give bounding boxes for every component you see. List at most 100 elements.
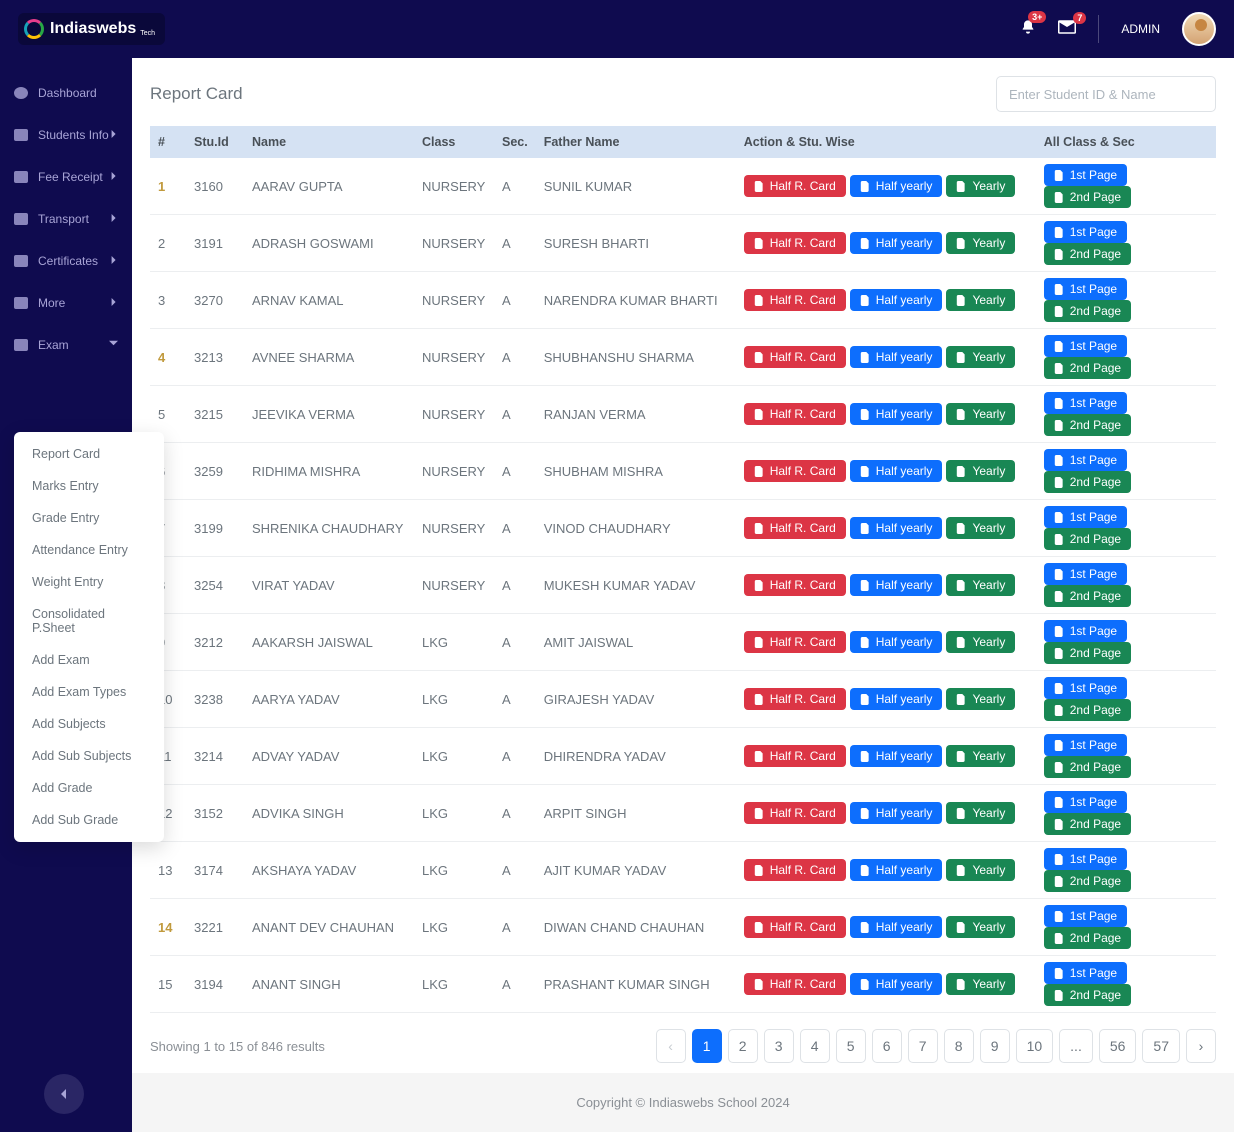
first-page-button[interactable]: 1st Page [1044, 962, 1127, 984]
yearly-button[interactable]: Yearly [946, 574, 1015, 596]
half-yearly-button[interactable]: Half yearly [850, 403, 943, 425]
page-next[interactable]: › [1186, 1029, 1216, 1063]
page-10[interactable]: 10 [1016, 1029, 1054, 1063]
first-page-button[interactable]: 1st Page [1044, 734, 1127, 756]
half-yearly-button[interactable]: Half yearly [850, 517, 943, 539]
half-yearly-button[interactable]: Half yearly [850, 631, 943, 653]
half-report-card-button[interactable]: Half R. Card [744, 403, 846, 425]
first-page-button[interactable]: 1st Page [1044, 791, 1127, 813]
half-report-card-button[interactable]: Half R. Card [744, 859, 846, 881]
user-name[interactable]: ADMIN [1121, 22, 1160, 36]
yearly-button[interactable]: Yearly [946, 460, 1015, 482]
page-4[interactable]: 4 [800, 1029, 830, 1063]
half-report-card-button[interactable]: Half R. Card [744, 232, 846, 254]
half-yearly-button[interactable]: Half yearly [850, 289, 943, 311]
yearly-button[interactable]: Yearly [946, 517, 1015, 539]
page-6[interactable]: 6 [872, 1029, 902, 1063]
yearly-button[interactable]: Yearly [946, 232, 1015, 254]
page-7[interactable]: 7 [908, 1029, 938, 1063]
first-page-button[interactable]: 1st Page [1044, 278, 1127, 300]
second-page-button[interactable]: 2nd Page [1044, 243, 1131, 265]
half-report-card-button[interactable]: Half R. Card [744, 802, 846, 824]
half-report-card-button[interactable]: Half R. Card [744, 346, 846, 368]
bell-icon[interactable]: 3+ [1020, 19, 1036, 40]
half-yearly-button[interactable]: Half yearly [850, 460, 943, 482]
submenu-item-add-exam[interactable]: Add Exam [14, 644, 164, 676]
sidebar-item-dashboard[interactable]: Dashboard [0, 72, 132, 114]
half-report-card-button[interactable]: Half R. Card [744, 517, 846, 539]
half-yearly-button[interactable]: Half yearly [850, 574, 943, 596]
submenu-item-consolidated-p-sheet[interactable]: Consolidated P.Sheet [14, 598, 164, 644]
first-page-button[interactable]: 1st Page [1044, 620, 1127, 642]
half-report-card-button[interactable]: Half R. Card [744, 688, 846, 710]
second-page-button[interactable]: 2nd Page [1044, 756, 1131, 778]
second-page-button[interactable]: 2nd Page [1044, 300, 1131, 322]
second-page-button[interactable]: 2nd Page [1044, 699, 1131, 721]
first-page-button[interactable]: 1st Page [1044, 506, 1127, 528]
first-page-button[interactable]: 1st Page [1044, 677, 1127, 699]
half-yearly-button[interactable]: Half yearly [850, 916, 943, 938]
half-report-card-button[interactable]: Half R. Card [744, 175, 846, 197]
submenu-item-weight-entry[interactable]: Weight Entry [14, 566, 164, 598]
page-56[interactable]: 56 [1099, 1029, 1137, 1063]
yearly-button[interactable]: Yearly [946, 289, 1015, 311]
submenu-item-attendance-entry[interactable]: Attendance Entry [14, 534, 164, 566]
first-page-button[interactable]: 1st Page [1044, 164, 1127, 186]
second-page-button[interactable]: 2nd Page [1044, 813, 1131, 835]
first-page-button[interactable]: 1st Page [1044, 392, 1127, 414]
second-page-button[interactable]: 2nd Page [1044, 927, 1131, 949]
yearly-button[interactable]: Yearly [946, 745, 1015, 767]
first-page-button[interactable]: 1st Page [1044, 848, 1127, 870]
page-1[interactable]: 1 [692, 1029, 722, 1063]
submenu-item-add-exam-types[interactable]: Add Exam Types [14, 676, 164, 708]
half-yearly-button[interactable]: Half yearly [850, 232, 943, 254]
sidebar-item-students-info[interactable]: Students Info [0, 114, 132, 156]
second-page-button[interactable]: 2nd Page [1044, 528, 1131, 550]
page-5[interactable]: 5 [836, 1029, 866, 1063]
yearly-button[interactable]: Yearly [946, 403, 1015, 425]
half-report-card-button[interactable]: Half R. Card [744, 916, 846, 938]
avatar[interactable] [1182, 12, 1216, 46]
sidebar-item-certificates[interactable]: Certificates [0, 240, 132, 282]
yearly-button[interactable]: Yearly [946, 802, 1015, 824]
collapse-sidebar-button[interactable] [44, 1074, 84, 1114]
second-page-button[interactable]: 2nd Page [1044, 357, 1131, 379]
submenu-item-add-subjects[interactable]: Add Subjects [14, 708, 164, 740]
second-page-button[interactable]: 2nd Page [1044, 984, 1131, 1006]
second-page-button[interactable]: 2nd Page [1044, 414, 1131, 436]
half-yearly-button[interactable]: Half yearly [850, 802, 943, 824]
submenu-item-report-card[interactable]: Report Card [14, 438, 164, 470]
half-yearly-button[interactable]: Half yearly [850, 346, 943, 368]
yearly-button[interactable]: Yearly [946, 688, 1015, 710]
sidebar-item-more[interactable]: More [0, 282, 132, 324]
first-page-button[interactable]: 1st Page [1044, 221, 1127, 243]
page-3[interactable]: 3 [764, 1029, 794, 1063]
submenu-item-marks-entry[interactable]: Marks Entry [14, 470, 164, 502]
half-report-card-button[interactable]: Half R. Card [744, 745, 846, 767]
second-page-button[interactable]: 2nd Page [1044, 870, 1131, 892]
yearly-button[interactable]: Yearly [946, 631, 1015, 653]
yearly-button[interactable]: Yearly [946, 346, 1015, 368]
brand-logo[interactable]: Indiaswebs Tech [18, 13, 165, 45]
second-page-button[interactable]: 2nd Page [1044, 585, 1131, 607]
mail-icon[interactable]: 7 [1058, 20, 1076, 39]
half-yearly-button[interactable]: Half yearly [850, 175, 943, 197]
sidebar-item-fee-receipt[interactable]: Fee Receipt [0, 156, 132, 198]
submenu-item-add-grade[interactable]: Add Grade [14, 772, 164, 804]
page-2[interactable]: 2 [728, 1029, 758, 1063]
search-input[interactable] [996, 76, 1216, 112]
half-yearly-button[interactable]: Half yearly [850, 859, 943, 881]
half-report-card-button[interactable]: Half R. Card [744, 289, 846, 311]
page-57[interactable]: 57 [1142, 1029, 1180, 1063]
sidebar-item-exam[interactable]: Exam [0, 324, 132, 366]
half-yearly-button[interactable]: Half yearly [850, 688, 943, 710]
second-page-button[interactable]: 2nd Page [1044, 642, 1131, 664]
first-page-button[interactable]: 1st Page [1044, 563, 1127, 585]
page-8[interactable]: 8 [944, 1029, 974, 1063]
sidebar-item-transport[interactable]: Transport [0, 198, 132, 240]
yearly-button[interactable]: Yearly [946, 973, 1015, 995]
yearly-button[interactable]: Yearly [946, 859, 1015, 881]
half-report-card-button[interactable]: Half R. Card [744, 574, 846, 596]
submenu-item-add-sub-subjects[interactable]: Add Sub Subjects [14, 740, 164, 772]
submenu-item-grade-entry[interactable]: Grade Entry [14, 502, 164, 534]
